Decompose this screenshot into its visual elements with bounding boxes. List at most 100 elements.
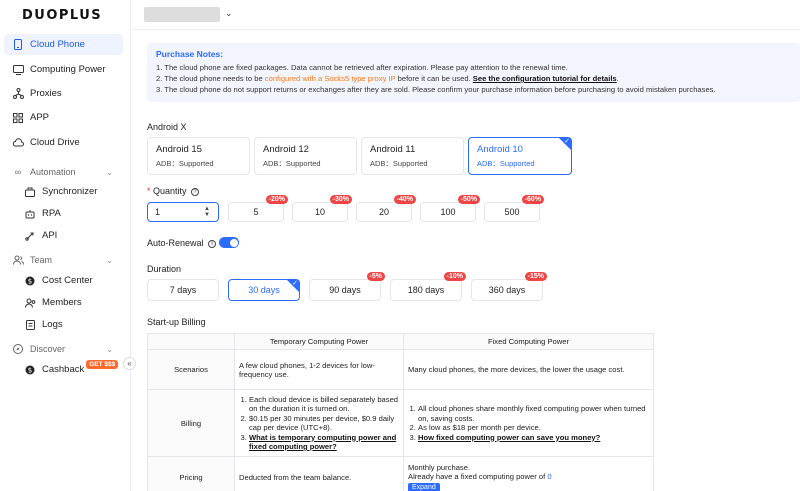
sidebar-item-cost-center[interactable]: $ Cost Center: [4, 270, 123, 291]
sidebar-item-label: Cost Center: [42, 275, 93, 286]
proxy-icon: [12, 88, 24, 100]
collapse-sidebar-button[interactable]: «: [123, 357, 136, 370]
table-cell: All cloud phones share monthly fixed com…: [403, 389, 654, 457]
table-cell: Monthly purchase. Already have a fixed c…: [403, 456, 654, 491]
required-mark: *: [147, 186, 151, 196]
check-icon: ✓: [292, 280, 298, 287]
quantity-option-value: 20: [378, 207, 389, 217]
sidebar-item-cloud-drive[interactable]: Cloud Drive: [4, 132, 123, 153]
auto-renewal-label: Auto-Renewal i: [147, 238, 217, 248]
stepper-arrows-icon[interactable]: ▲ ▼: [204, 206, 210, 218]
notes-text: .: [616, 74, 619, 83]
members-icon: [24, 297, 36, 309]
team-icon: [12, 254, 24, 266]
discount-badge: -5%: [366, 272, 385, 281]
document-icon: [24, 319, 36, 331]
discount-badge: -40%: [393, 195, 416, 204]
monitor-icon: [12, 64, 24, 76]
sidebar-item-app[interactable]: APP: [4, 107, 123, 128]
quantity-option-value: 100: [440, 207, 456, 217]
configuration-tutorial-link[interactable]: See the configuration tutorial for detai…: [473, 74, 617, 83]
chevron-down-icon: ⌄: [106, 167, 113, 177]
list-item: All cloud phones share monthly fixed com…: [418, 404, 649, 423]
table-header-empty: [147, 333, 235, 350]
sidebar-item-synchronizer[interactable]: Synchronizer: [4, 181, 123, 202]
list-item: What is temporary computing power and fi…: [249, 433, 399, 452]
row-header: Pricing: [147, 456, 235, 491]
quantity-option-100[interactable]: 100 -50%: [420, 195, 480, 222]
duration-option-label: 90 days: [329, 285, 361, 295]
sidebar-group-label: Discover: [30, 344, 66, 354]
auto-renewal-toggle[interactable]: [219, 237, 239, 248]
purchase-notes: Purchase Notes: 1. The cloud phone are f…: [147, 43, 800, 102]
grid-icon: [12, 112, 24, 124]
table-cell: Many cloud phones, the more devices, the…: [403, 349, 654, 390]
discount-badge: -15%: [524, 272, 547, 281]
duration-option-label: 360 days: [488, 285, 526, 295]
sidebar-item-api[interactable]: API: [4, 225, 123, 246]
duration-option-90-days[interactable]: 90 days -5%: [309, 272, 385, 301]
sidebar-group-automation[interactable]: ∞ Automation ⌄: [4, 163, 123, 181]
billing-table: Temporary Computing Power Fixed Computin…: [147, 333, 654, 491]
table-header-row: Temporary Computing Power Fixed Computin…: [147, 333, 654, 350]
sidebar-item-members[interactable]: Members: [4, 292, 123, 313]
sidebar-item-cashback[interactable]: $ Cashback GET $$$: [4, 359, 123, 380]
sidebar-item-computing-power[interactable]: Computing Power: [4, 59, 123, 80]
sidebar-item-label: Computing Power: [30, 64, 106, 75]
os-option-android-15[interactable]: Android 15 ADB：Supported: [147, 137, 250, 175]
chevron-down-icon[interactable]: ⌄: [225, 8, 233, 19]
quantity-option-10[interactable]: 10 -30%: [292, 195, 352, 222]
quantity-label-text: Quantity: [153, 186, 187, 196]
svg-text:$: $: [28, 277, 32, 285]
discount-badge: -30%: [329, 195, 352, 204]
info-icon[interactable]: i: [208, 239, 217, 248]
sidebar-item-label: Members: [42, 297, 82, 308]
sidebar-item-cloud-phone[interactable]: Cloud Phone: [4, 34, 123, 55]
quantity-stepper[interactable]: 1 ▲ ▼: [147, 202, 219, 222]
expand-button[interactable]: Expand: [408, 483, 440, 491]
sidebar-item-label: API: [42, 230, 58, 241]
team-selector[interactable]: [144, 7, 220, 22]
table-cell: Each cloud device is billed separately b…: [234, 389, 404, 457]
sidebar-item-label: Logs: [42, 319, 63, 330]
topbar: ⌄: [131, 0, 800, 30]
sidebar-item-logs[interactable]: Logs: [4, 314, 123, 335]
duration-option-30-days[interactable]: 30 days ✓: [228, 279, 300, 301]
sidebar-item-proxies[interactable]: Proxies: [4, 83, 123, 104]
duration-option-180-days[interactable]: 180 days -10%: [390, 272, 466, 301]
sidebar-item-label: Cloud Phone: [30, 39, 85, 50]
pricing-line: Monthly purchase.: [408, 463, 471, 472]
computing-power-explainer-link[interactable]: What is temporary computing power and fi…: [249, 433, 396, 452]
duration-option-7-days[interactable]: 7 days: [147, 279, 219, 301]
os-name: Android 15: [156, 144, 202, 155]
quantity-label: * Quantity ?: [147, 186, 200, 196]
sync-icon: [24, 186, 36, 198]
save-money-link[interactable]: How fixed computing power can save you m…: [418, 433, 600, 442]
phone-icon: [12, 39, 24, 51]
table-row: Scenarios A few cloud phones, 1-2 device…: [147, 349, 654, 390]
sidebar-group-label: Automation: [30, 167, 76, 177]
list-item: How fixed computing power can save you m…: [418, 433, 649, 443]
fixed-power-value: 0: [547, 472, 552, 481]
os-adb: ADB：Supported: [263, 159, 321, 168]
sidebar-group-discover[interactable]: Discover ⌄: [4, 340, 123, 358]
billing-list: All cloud phones share monthly fixed com…: [408, 404, 649, 442]
os-option-android-10[interactable]: Android 10 ADB：Supported ✓: [468, 137, 572, 175]
sidebar: DUOPLUS Cloud Phone Computing Power Prox…: [0, 0, 131, 491]
quantity-option-500[interactable]: 500 -60%: [484, 195, 544, 222]
sidebar-group-team[interactable]: Team ⌄: [4, 251, 123, 269]
notes-title: Purchase Notes:: [156, 49, 224, 59]
quantity-option-value: 5: [253, 207, 259, 217]
sidebar-group-label: Team: [30, 255, 53, 265]
get-cash-badge: GET $$$: [86, 360, 119, 369]
quantity-option-5[interactable]: 5 -20%: [228, 195, 288, 222]
os-option-android-11[interactable]: Android 11 ADB：Supported: [361, 137, 464, 175]
sidebar-item-rpa[interactable]: RPA: [4, 203, 123, 224]
os-option-android-12[interactable]: Android 12 ADB：Supported: [254, 137, 357, 175]
list-item: $0.15 per 30 minutes per device, $0.9 da…: [249, 414, 399, 433]
row-header: Scenarios: [147, 349, 235, 390]
help-icon[interactable]: ?: [191, 187, 200, 196]
duration-option-360-days[interactable]: 360 days -15%: [471, 272, 547, 301]
quantity-option-20[interactable]: 20 -40%: [356, 195, 416, 222]
sidebar-item-label: Cashback: [42, 364, 85, 375]
